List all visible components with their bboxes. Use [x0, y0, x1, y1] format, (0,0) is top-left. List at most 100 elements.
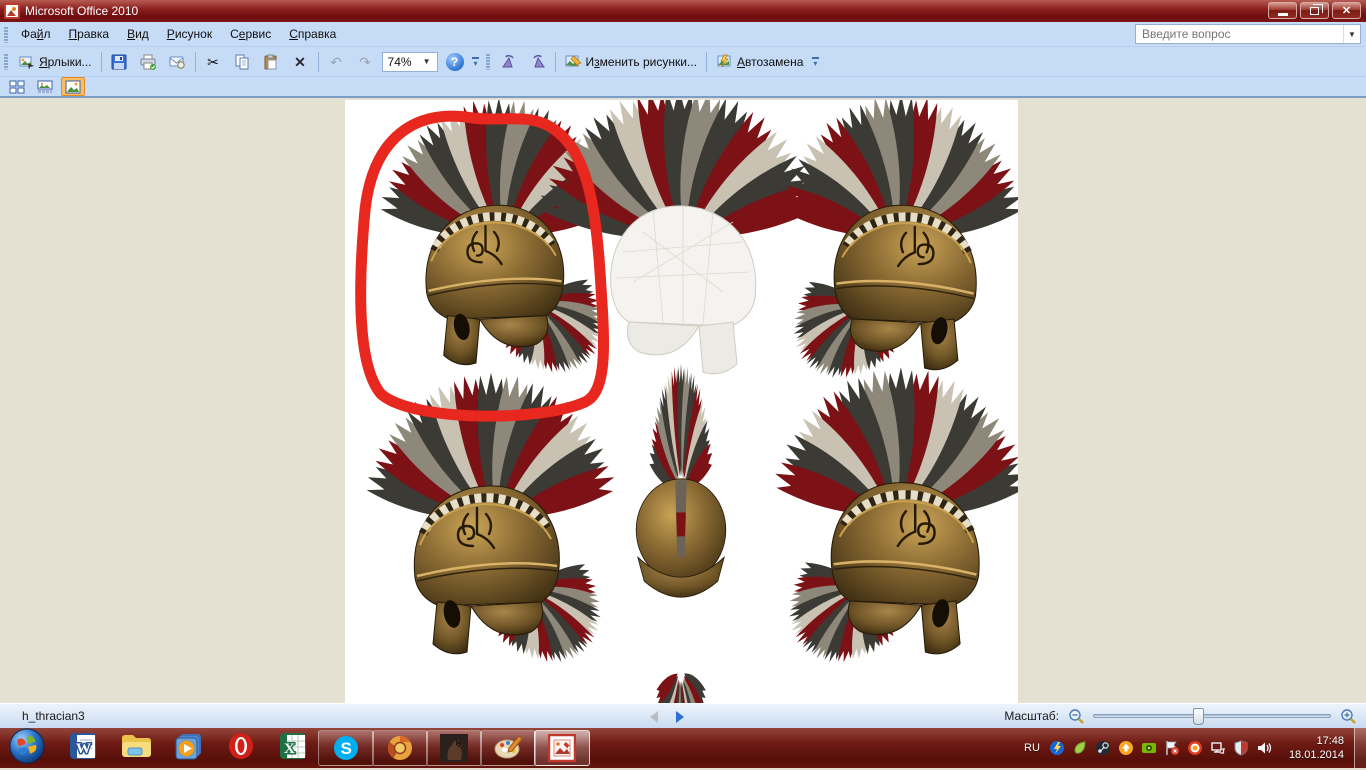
- zoom-combobox[interactable]: 74% ▼: [382, 52, 438, 72]
- toolbar-separator: [555, 52, 556, 72]
- print-button[interactable]: [134, 50, 163, 74]
- redo-icon: ↷: [357, 54, 374, 70]
- tray-punto-switcher-icon[interactable]: [1049, 740, 1066, 757]
- taskbar-skype-button[interactable]: S: [318, 730, 374, 766]
- picture-toolbar-drag-handle[interactable]: [486, 53, 490, 70]
- system-tray: RU 17:48 18.01.2014: [1024, 728, 1366, 768]
- rotate-right-button[interactable]: [523, 50, 552, 74]
- zoom-dropdown-icon[interactable]: ▼: [412, 57, 437, 66]
- language-indicator[interactable]: RU: [1024, 742, 1040, 754]
- paint-icon: [493, 734, 523, 762]
- close-icon: ✕: [1342, 4, 1351, 17]
- zoom-slider-thumb[interactable]: [1193, 708, 1204, 725]
- workspace: [0, 100, 1366, 703]
- status-bar: h_thracian3 Масштаб:: [0, 703, 1366, 728]
- filmstrip-view-button[interactable]: [33, 77, 57, 96]
- document-image: [345, 100, 1018, 703]
- zoom-slider[interactable]: [1093, 714, 1331, 718]
- start-button[interactable]: [8, 727, 46, 770]
- autocorrect-icon: [716, 54, 733, 70]
- tray-clock[interactable]: 17:48 18.01.2014: [1289, 734, 1344, 762]
- single-picture-view-button[interactable]: [61, 77, 85, 96]
- show-desktop-button[interactable]: [1354, 728, 1366, 768]
- taskbar-game-horse-button[interactable]: [426, 730, 482, 766]
- email-icon: [169, 54, 186, 70]
- taskbar-chrome-button[interactable]: [372, 730, 428, 766]
- email-button[interactable]: [163, 50, 192, 74]
- window-title: Microsoft Office 2010: [25, 4, 138, 18]
- picture-toolbar-options-button[interactable]: ▾: [809, 50, 821, 74]
- edit-pictures-button[interactable]: Изменить рисунки...: [559, 50, 703, 74]
- toolbar-options-button[interactable]: ▾: [470, 50, 482, 74]
- picture-navigation: [650, 711, 684, 723]
- tray-time: 17:48: [1289, 734, 1344, 748]
- taskbar: W X S RU: [0, 728, 1366, 768]
- tray-date: 18.01.2014: [1289, 748, 1344, 762]
- tray-steam-icon[interactable]: [1095, 740, 1112, 757]
- menubar-drag-handle[interactable]: [4, 26, 8, 43]
- tray-volume-icon[interactable]: [1256, 740, 1273, 757]
- shortcuts-icon: [18, 54, 35, 70]
- paste-icon: [263, 54, 280, 70]
- zoom-in-icon[interactable]: [1340, 708, 1356, 724]
- thumbnail-view-button[interactable]: [5, 77, 29, 96]
- window-controls: ✕: [1268, 2, 1361, 19]
- delete-button[interactable]: ✕: [286, 50, 315, 74]
- views-bar: [0, 77, 1366, 98]
- tray-action-center-icon[interactable]: [1164, 740, 1181, 757]
- delete-icon: ✕: [292, 54, 309, 70]
- svg-text:X: X: [284, 741, 295, 757]
- ask-question-box: ▼: [1135, 24, 1361, 44]
- shortcuts-button[interactable]: Ярлыки...: [12, 50, 98, 74]
- picture-manager-icon: [548, 734, 576, 762]
- autocorrect-button[interactable]: Автозамена: [710, 50, 809, 74]
- minimize-button[interactable]: [1268, 2, 1297, 19]
- rotate-left-button[interactable]: [494, 50, 523, 74]
- menu-tools[interactable]: Сервис: [221, 23, 280, 45]
- redo-button[interactable]: ↷: [351, 50, 380, 74]
- paste-button[interactable]: [257, 50, 286, 74]
- svg-text:W: W: [76, 741, 91, 757]
- zoom-out-icon[interactable]: [1068, 708, 1084, 724]
- help-icon: ?: [446, 53, 464, 71]
- minimize-icon: [1278, 13, 1288, 16]
- cut-button[interactable]: ✂: [199, 50, 228, 74]
- cut-icon: ✂: [205, 54, 222, 70]
- undo-button[interactable]: ↶: [322, 50, 351, 74]
- zoom-label: Масштаб:: [1004, 709, 1059, 723]
- next-picture-icon[interactable]: [676, 711, 684, 723]
- help-button[interactable]: ?: [440, 50, 470, 74]
- tray-leaf-icon[interactable]: [1072, 740, 1089, 757]
- taskbar-word-icon[interactable]: W: [68, 731, 98, 766]
- svg-text:S: S: [341, 739, 352, 758]
- tray-recorder-icon[interactable]: [1187, 740, 1204, 757]
- restore-icon: [1310, 7, 1319, 15]
- taskbar-excel-icon[interactable]: X: [278, 731, 308, 766]
- save-button[interactable]: [105, 50, 134, 74]
- menu-view[interactable]: Вид: [118, 23, 158, 45]
- close-button[interactable]: ✕: [1332, 2, 1361, 19]
- menu-edit[interactable]: Правка: [60, 23, 119, 45]
- taskbar-paint-button[interactable]: [480, 730, 536, 766]
- taskbar-media-player-icon[interactable]: [174, 731, 204, 766]
- copy-button[interactable]: [228, 50, 257, 74]
- menu-picture[interactable]: Рисунок: [158, 23, 221, 45]
- menu-file[interactable]: Файл: [12, 23, 60, 45]
- ask-question-input[interactable]: [1136, 27, 1343, 41]
- taskbar-explorer-icon[interactable]: [120, 732, 152, 765]
- game-horse-icon: [440, 734, 468, 762]
- tray-nvidia-icon[interactable]: [1141, 740, 1158, 757]
- previous-picture-icon[interactable]: [650, 711, 658, 723]
- taskbar-picture-manager-button[interactable]: [534, 730, 590, 766]
- taskbar-opera-icon[interactable]: [226, 731, 256, 766]
- skype-icon: S: [332, 734, 360, 762]
- rotate-left-icon: [500, 54, 517, 70]
- ask-question-dropdown[interactable]: ▼: [1343, 25, 1360, 43]
- tray-network-icon[interactable]: [1210, 740, 1227, 757]
- copy-icon: [234, 54, 251, 70]
- toolbar-drag-handle[interactable]: [4, 53, 8, 70]
- tray-security-shield-icon[interactable]: [1233, 740, 1250, 757]
- restore-button[interactable]: [1300, 2, 1329, 19]
- menu-help[interactable]: Справка: [280, 23, 345, 45]
- tray-update-icon[interactable]: [1118, 740, 1135, 757]
